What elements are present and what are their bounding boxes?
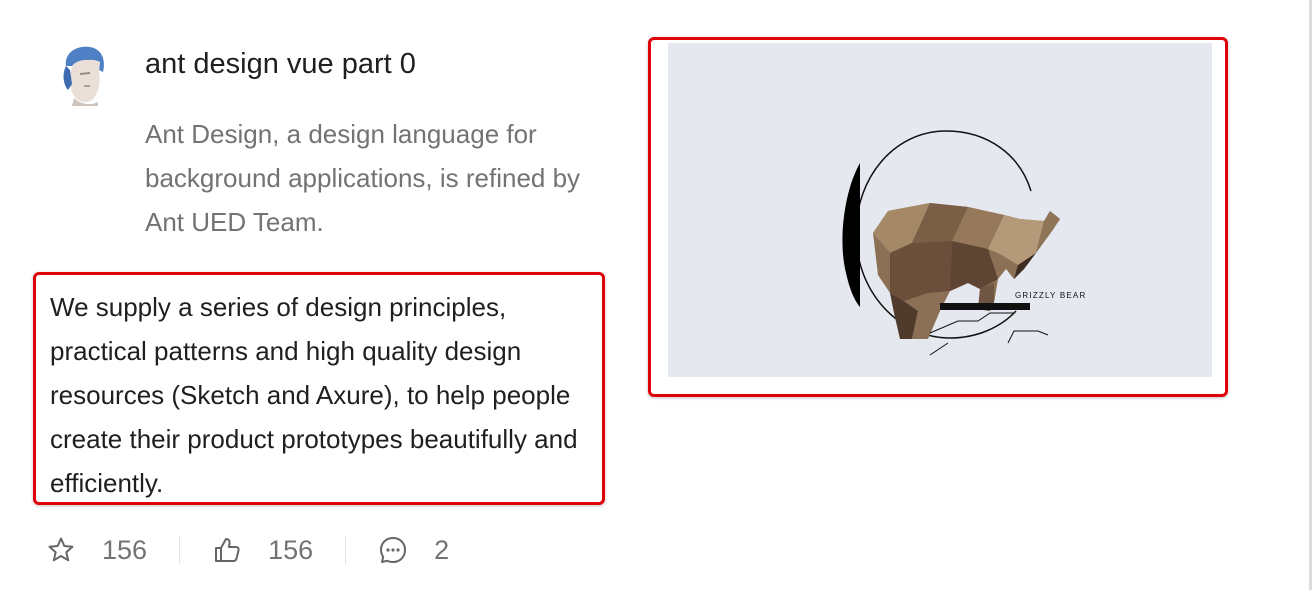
cover-caption: GRIZZLY BEAR: [1015, 291, 1086, 300]
action-divider: [345, 536, 347, 564]
star-action[interactable]: 156: [46, 535, 147, 566]
article-description: Ant Design, a design language for backgr…: [145, 119, 581, 237]
star-count: 156: [102, 534, 148, 565]
article-content: We supply a series of design principles,…: [33, 272, 605, 505]
like-icon[interactable]: [212, 535, 242, 565]
article-cover[interactable]: GRIZZLY BEAR: [648, 37, 1228, 397]
star-icon[interactable]: [46, 535, 76, 565]
comment-action[interactable]: 2: [378, 535, 449, 566]
like-action[interactable]: 156: [212, 535, 313, 566]
message-icon[interactable]: [378, 535, 408, 565]
article-content-text: We supply a series of design principles,…: [50, 292, 578, 498]
article-title[interactable]: ant design vue part 0: [145, 44, 416, 84]
action-divider: [179, 536, 181, 564]
cover-image: GRIZZLY BEAR: [668, 43, 1212, 377]
comment-count: 2: [434, 534, 450, 565]
article-actions: 156 156 2: [46, 528, 449, 572]
avatar[interactable]: [54, 44, 108, 106]
like-count: 156: [268, 534, 314, 565]
